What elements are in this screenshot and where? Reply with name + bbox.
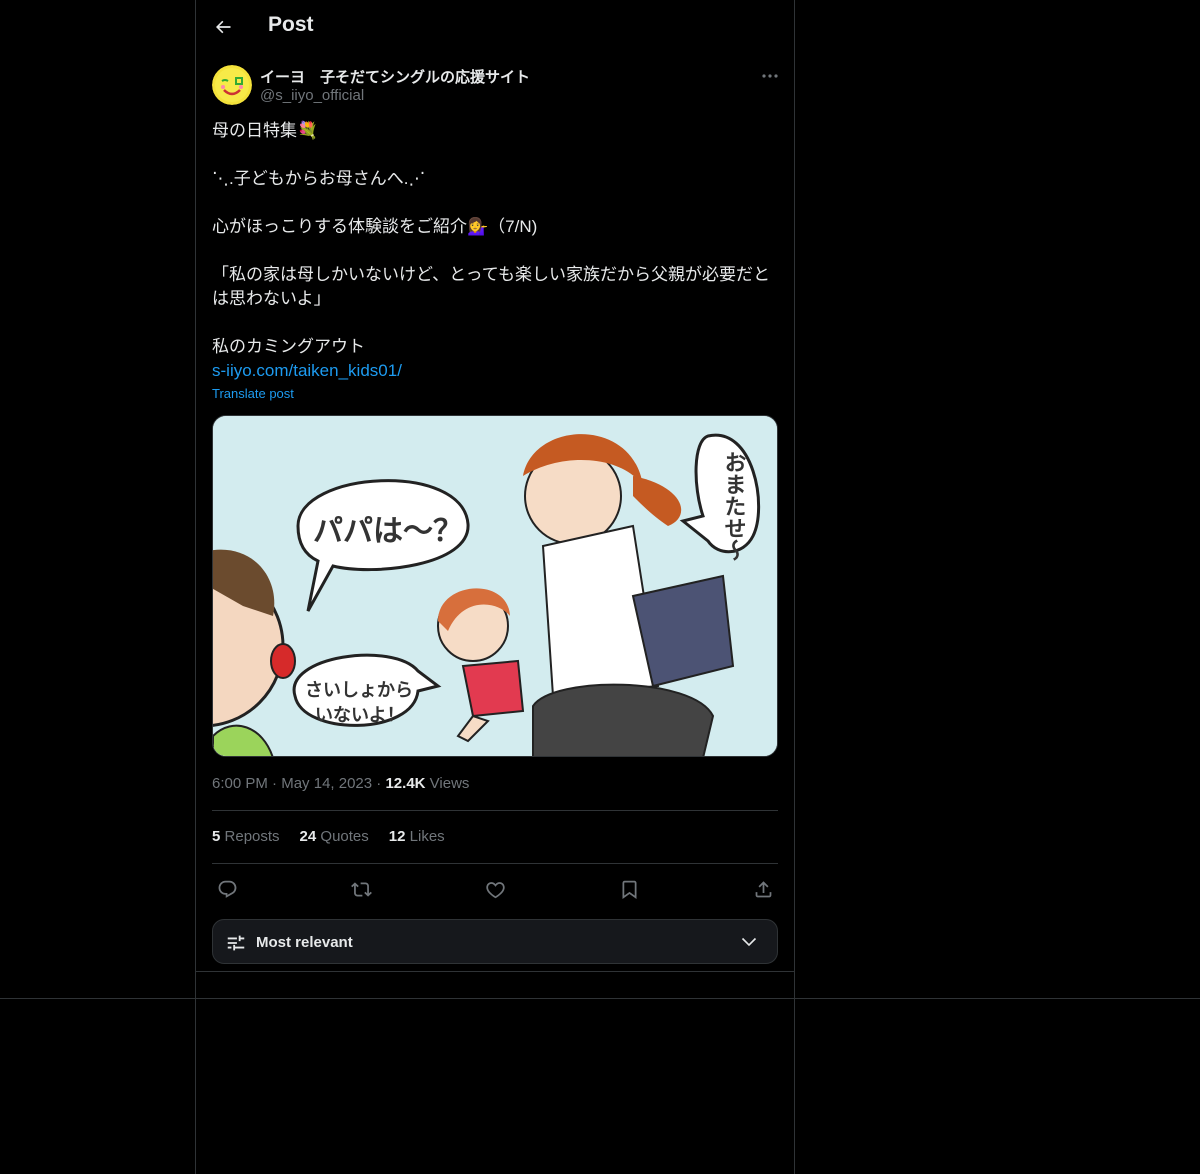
post-line — [212, 311, 778, 335]
post-image[interactable]: パパは〜？ さいしょから いないよ！ おまたせ〜 — [212, 415, 778, 757]
page-header: Post — [196, 0, 794, 53]
reply-sort-dropdown[interactable]: Most relevant — [212, 919, 778, 964]
reposts-label: Reposts — [224, 828, 280, 845]
share-icon[interactable] — [748, 874, 778, 904]
separator: · — [272, 775, 278, 792]
quotes-label: Quotes — [320, 828, 369, 845]
translate-post-link[interactable]: Translate post — [212, 386, 294, 401]
post-line — [212, 239, 778, 263]
chevron-down-icon — [739, 932, 759, 957]
post-line: 「私の家は母しかいないけど、とっても楽しい家族だから父親が必要だとは思わないよ」 — [212, 265, 770, 308]
reply-icon[interactable] — [212, 874, 242, 904]
page-divider — [0, 998, 1200, 999]
views-count: 12.4K — [385, 775, 426, 792]
author-name[interactable]: イーヨ 子そだてシングルの応援サイト — [260, 66, 530, 87]
post-line — [212, 191, 778, 215]
divider — [212, 863, 778, 864]
likes-stat[interactable]: 12 Likes — [389, 828, 445, 845]
avatar[interactable] — [212, 65, 252, 105]
post-date[interactable]: May 14, 2023 — [281, 775, 372, 792]
post-author: イーヨ 子そだてシングルの応援サイト @s_iiyo_official — [212, 64, 782, 108]
like-icon[interactable] — [480, 874, 510, 904]
post-line: ⋱.子どもからお母さんへ.⋰ — [212, 169, 426, 188]
reposts-count: 5 — [212, 828, 221, 845]
post-text: 母の日特集💐 ⋱.子どもからお母さんへ.⋰ 心がほっこりする体験談をご紹介💁‍♀… — [212, 119, 778, 383]
back-arrow-icon[interactable] — [208, 12, 238, 42]
page-title: Post — [268, 13, 314, 36]
divider — [212, 810, 778, 811]
post-line: 私のカミングアウト — [212, 337, 365, 356]
post-line — [212, 143, 778, 167]
post-line: 心がほっこりする体験談をご紹介💁‍♀️（7/N) — [212, 217, 538, 236]
more-options-icon[interactable] — [758, 66, 782, 86]
bubble-text: パパは〜？ — [313, 514, 463, 549]
post-timestamp: 6:00 PM · May 14, 2023 · 12.4K Views — [212, 775, 469, 792]
separator: · — [376, 775, 382, 792]
bubble-text: おまたせ〜 — [721, 451, 747, 561]
bubble-text: いないよ！ — [315, 705, 405, 726]
post-stats: 5 Reposts 24 Quotes 12 Likes — [212, 828, 445, 845]
repost-icon[interactable] — [346, 874, 376, 904]
post-time[interactable]: 6:00 PM — [212, 775, 268, 792]
post-link[interactable]: s-iiyo.com/taiken_kids01/ — [212, 359, 778, 383]
likes-count: 12 — [388, 828, 406, 845]
likes-label: Likes — [409, 828, 445, 845]
reposts-stat[interactable]: 5 Reposts — [212, 828, 280, 845]
action-bar — [212, 872, 778, 902]
section-divider — [196, 971, 794, 972]
quotes-stat[interactable]: 24 Quotes — [300, 828, 369, 845]
quotes-count: 24 — [299, 828, 317, 845]
bookmark-icon[interactable] — [614, 874, 644, 904]
post-line: 母の日特集💐 — [212, 121, 319, 140]
author-handle[interactable]: @s_iiyo_official — [260, 87, 364, 104]
views-label: Views — [429, 775, 470, 792]
bubble-text: さいしょから — [305, 680, 413, 701]
sort-label: Most relevant — [256, 934, 353, 951]
sliders-icon — [225, 932, 247, 959]
